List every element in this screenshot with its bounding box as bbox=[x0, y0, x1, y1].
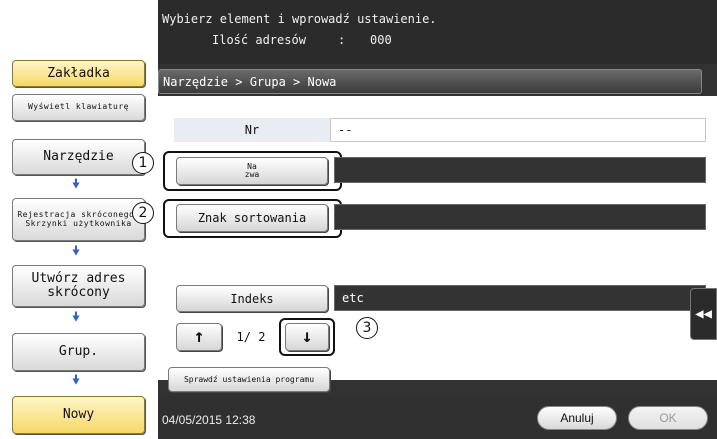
arrow-down-icon: 🠟 bbox=[71, 244, 81, 259]
sort-field[interactable] bbox=[334, 204, 706, 230]
cancel-label: Anuluj bbox=[560, 411, 594, 425]
address-count-label: Ilość adresów bbox=[212, 33, 306, 47]
address-count-value: 000 bbox=[370, 33, 392, 47]
name-button[interactable]: Na zwa bbox=[176, 157, 328, 185]
step-new-label: Nowy bbox=[62, 407, 95, 423]
tab-bookmark[interactable]: Zakładka bbox=[12, 60, 145, 87]
cancel-button[interactable]: Anuluj bbox=[537, 406, 617, 430]
message-area: Wybierz element i wprowadź ustawienie. I… bbox=[158, 0, 717, 64]
name-field[interactable] bbox=[334, 157, 706, 183]
step-group-label: Grup. bbox=[58, 344, 99, 360]
name-button-label: Na zwa bbox=[244, 162, 260, 179]
sort-button-label: Znak sortowania bbox=[197, 211, 307, 225]
check-settings-button[interactable]: Sprawdź ustawienia programu bbox=[168, 367, 330, 392]
callout-marker: 2 bbox=[132, 202, 154, 224]
nr-value-text: -- bbox=[338, 123, 353, 137]
callout-marker: 1 bbox=[132, 152, 154, 174]
step-new[interactable]: Nowy bbox=[12, 396, 145, 434]
callout-number: 2 bbox=[138, 205, 148, 221]
check-settings-label: Sprawdź ustawienia programu bbox=[183, 374, 315, 384]
show-keyboard-label: Wyświetl klawiaturę bbox=[27, 102, 129, 112]
nr-value: -- bbox=[330, 118, 706, 142]
step-create-address-label: Utwórz adres skrócony bbox=[31, 271, 126, 300]
address-count-sep: : bbox=[338, 33, 346, 47]
footer-bar: 04/05/2015 12:38 Anuluj OK bbox=[158, 396, 717, 439]
step-group[interactable]: Grup. bbox=[12, 333, 145, 371]
step-registration-label: Rejestracja skróconego/ Skrzynki użytkow… bbox=[17, 210, 140, 228]
double-chevron-left-icon: ◀◀ bbox=[695, 306, 712, 322]
step-tool-label: Narzędzie bbox=[43, 149, 114, 165]
step-registration[interactable]: Rejestracja skróconego/ Skrzynki użytkow… bbox=[12, 198, 145, 241]
page-up-button[interactable]: ↑ bbox=[176, 323, 222, 351]
breadcrumb: Narzędzie > Grupa > Nowa bbox=[158, 69, 702, 94]
instruction-text: Wybierz element i wprowadź ustawienie. bbox=[162, 12, 437, 26]
arrow-down-icon: ↓ bbox=[301, 326, 313, 347]
arrow-down-icon: 🠟 bbox=[71, 177, 81, 192]
nr-label: Nr bbox=[174, 118, 330, 142]
index-button-label: Indeks bbox=[230, 291, 274, 306]
sort-button[interactable]: Znak sortowania bbox=[176, 204, 328, 232]
step-create-address[interactable]: Utwórz adres skrócony bbox=[12, 265, 145, 307]
ok-button[interactable]: OK bbox=[628, 406, 708, 430]
callout-number: 3 bbox=[362, 320, 372, 336]
show-keyboard-button[interactable]: Wyświetl klawiaturę bbox=[12, 94, 145, 121]
tab-bookmark-label: Zakładka bbox=[47, 65, 110, 81]
callout-number: 1 bbox=[138, 155, 148, 171]
ok-label: OK bbox=[659, 411, 677, 425]
datetime: 04/05/2015 12:38 bbox=[162, 413, 256, 427]
arrow-up-icon: ↑ bbox=[193, 326, 205, 347]
page-indicator: 1/ 2 bbox=[236, 330, 266, 344]
nr-label-text: Nr bbox=[244, 123, 260, 137]
index-value-text: etc bbox=[342, 291, 364, 305]
panel-toggle-tab[interactable]: ◀◀ bbox=[690, 288, 717, 340]
arrow-down-icon: 🠟 bbox=[71, 310, 81, 325]
index-button[interactable]: Indeks bbox=[176, 285, 328, 312]
page-down-button[interactable]: ↓ bbox=[285, 323, 329, 351]
index-field[interactable]: etc bbox=[334, 285, 706, 311]
breadcrumb-text: Narzędzie > Grupa > Nowa bbox=[163, 74, 337, 89]
step-tool[interactable]: Narzędzie bbox=[12, 139, 145, 175]
callout-marker: 3 bbox=[356, 317, 378, 339]
arrow-down-icon: 🠟 bbox=[71, 373, 81, 388]
